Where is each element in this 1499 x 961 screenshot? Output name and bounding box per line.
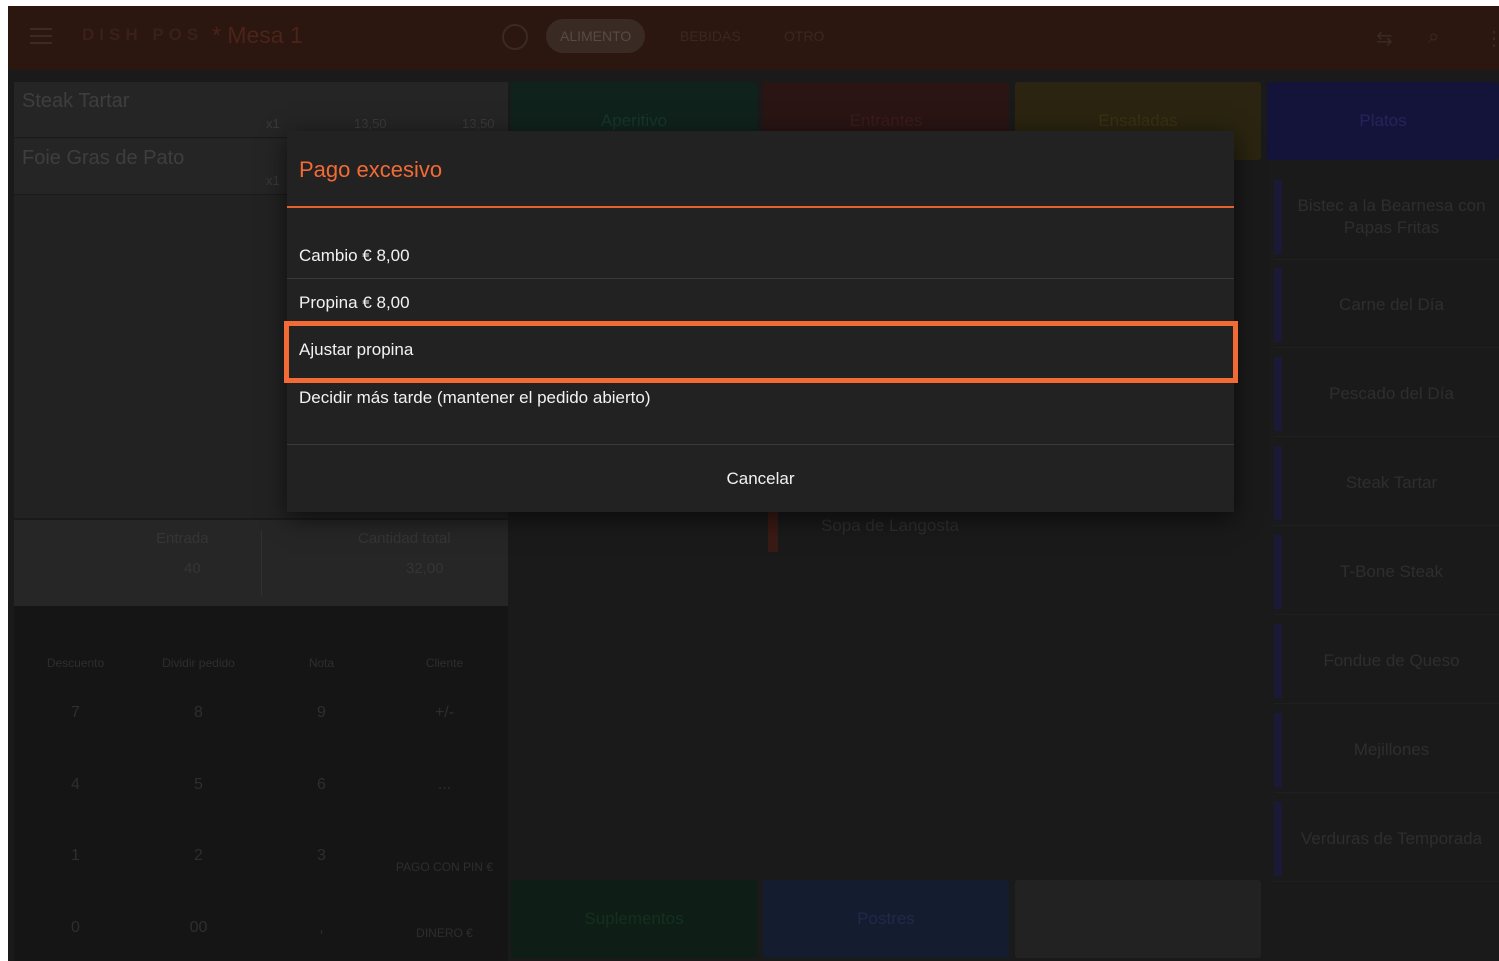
order-item-name: Foie Gras de Pato — [22, 147, 185, 169]
keypad: Descuento Dividir pedido Nota Cliente 7 … — [14, 606, 508, 961]
key-00[interactable]: 00 — [137, 919, 260, 937]
product-label: Steak Tartar — [1345, 472, 1438, 492]
product-item[interactable]: Fondue de Queso — [1274, 618, 1499, 704]
product-label: Fondue de Queso — [1323, 650, 1460, 670]
overpayment-dialog: Pago excesivo Cambio € 8,00 Propina € 8,… — [284, 131, 1238, 512]
product-item[interactable]: Bistec a la Bearnesa con Papas Fritas — [1274, 174, 1499, 260]
tab-bebidas[interactable]: BEBIDAS — [666, 19, 755, 53]
order-item-qty: x1 — [266, 173, 280, 188]
product-item[interactable]: Mejillones — [1274, 707, 1499, 793]
order-item-qty: x1 — [266, 116, 280, 131]
highlight-frame — [284, 321, 1238, 383]
key-4[interactable]: 4 — [14, 776, 137, 794]
category-postres[interactable]: Postres — [763, 880, 1009, 958]
order-item-name: Steak Tartar — [22, 90, 130, 112]
transfer-icon[interactable]: ⇆ — [1376, 26, 1402, 50]
split-order-button[interactable]: Dividir pedido — [137, 656, 260, 670]
cantidad-value: 32,00 — [406, 560, 444, 577]
category-platos[interactable]: Platos — [1267, 82, 1499, 160]
key-8[interactable]: 8 — [137, 704, 260, 722]
option-tip[interactable]: Propina € 8,00 — [287, 280, 1234, 326]
pos-app: DISH POS * Mesa 1 ALIMENTO BEBIDAS OTRO … — [8, 6, 1499, 961]
key-plus-minus[interactable]: +/- — [383, 704, 506, 722]
product-label: Pescado del Día — [1329, 383, 1454, 403]
key-comma[interactable]: , — [260, 919, 383, 937]
key-6[interactable]: 6 — [260, 776, 383, 794]
tab-alimento[interactable]: ALIMENTO — [546, 19, 646, 53]
product-label: Mejillones — [1353, 739, 1430, 759]
key-3[interactable]: 3 — [260, 847, 383, 865]
product-item[interactable]: Carne del Día — [1274, 262, 1499, 348]
table-name[interactable]: * Mesa 1 — [212, 22, 303, 49]
dialog-title-divider — [287, 206, 1234, 208]
product-item[interactable]: Steak Tartar — [1274, 440, 1499, 526]
entrada-label: Entrada — [156, 530, 209, 547]
key-7[interactable]: 7 — [14, 704, 137, 722]
cantidad-label: Cantidad total — [358, 530, 451, 547]
product-label: T-Bone Steak — [1339, 561, 1443, 581]
entrada-value[interactable]: 40 — [184, 560, 201, 577]
key-1[interactable]: 1 — [14, 847, 137, 865]
dialog-title: Pago excesivo — [299, 157, 443, 182]
product-label: Verduras de Temporada — [1300, 828, 1483, 848]
tab-otro[interactable]: OTRO — [770, 19, 838, 53]
product-color-bar — [768, 512, 778, 552]
key-2[interactable]: 2 — [137, 847, 260, 865]
divider — [261, 530, 262, 596]
customer-button[interactable]: Cliente — [383, 656, 506, 670]
discount-button[interactable]: Descuento — [14, 656, 137, 670]
product-label: Bistec a la Bearnesa con Papas Fritas — [1297, 195, 1486, 237]
search-icon[interactable]: ⌕ — [1428, 26, 1454, 50]
more-icon[interactable]: ⋮ — [1484, 26, 1499, 50]
order-item-total: 13,50 — [462, 116, 495, 131]
order-item[interactable]: Steak Tartar x1 13,50 13,50 — [14, 82, 508, 138]
cancel-button[interactable]: Cancelar — [287, 446, 1234, 512]
key-0[interactable]: 0 — [14, 919, 137, 937]
key-more[interactable]: ... — [383, 776, 506, 794]
category-suplementos[interactable]: Suplementos — [511, 880, 757, 958]
pin-payment-button[interactable]: PAGO CON PIN € — [383, 860, 506, 874]
category-icon[interactable] — [502, 24, 528, 50]
brand-logo: DISH POS — [82, 25, 204, 44]
totals-panel: Entrada 40 Cantidad total 32,00 — [14, 520, 508, 606]
menu-icon[interactable] — [30, 28, 52, 46]
option-divider — [287, 278, 1234, 279]
key-5[interactable]: 5 — [137, 776, 260, 794]
key-9[interactable]: 9 — [260, 704, 383, 722]
cash-payment-button[interactable]: DINERO € — [383, 926, 506, 940]
product-item[interactable]: T-Bone Steak — [1274, 529, 1499, 615]
product-item[interactable]: Pescado del Día — [1274, 351, 1499, 437]
top-bar: DISH POS * Mesa 1 ALIMENTO BEBIDAS OTRO … — [8, 6, 1499, 70]
cancel-divider — [287, 444, 1234, 445]
category-empty[interactable] — [1015, 880, 1261, 958]
product-label: Carne del Día — [1339, 294, 1444, 314]
product-sopa[interactable]: Sopa de Langosta — [821, 516, 959, 536]
option-change[interactable]: Cambio € 8,00 — [287, 233, 1234, 279]
order-item-price: 13,50 — [354, 116, 387, 131]
product-item[interactable]: Verduras de Temporada — [1274, 796, 1499, 882]
note-button[interactable]: Nota — [260, 656, 383, 670]
